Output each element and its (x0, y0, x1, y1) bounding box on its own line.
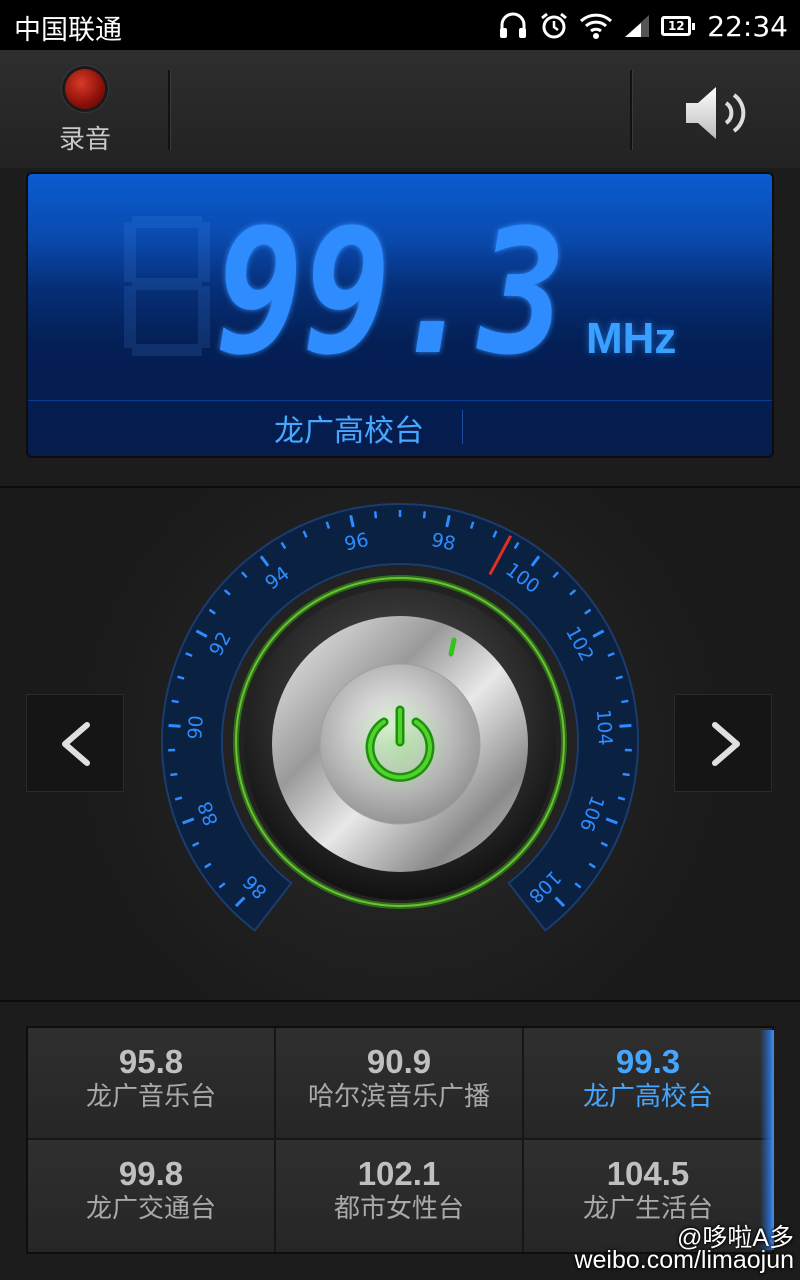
toolbar: 录音 (0, 50, 800, 168)
battery-icon: 12 (661, 16, 696, 36)
chevron-right-icon (712, 722, 740, 766)
record-label: 录音 (58, 125, 111, 155)
preset-name: 龙广音乐台 (85, 1082, 216, 1112)
toolbar-divider (630, 70, 633, 150)
clock: 22:34 (707, 9, 788, 43)
alarm-icon (539, 11, 569, 41)
dial-tick (373, 511, 378, 519)
preset-name: 哈尔滨音乐广播 (307, 1082, 490, 1112)
frequency-value: 99.3 (216, 212, 566, 362)
dial-tick (621, 699, 629, 704)
preset-name: 都市女性台 (333, 1194, 464, 1224)
dial-tick (617, 796, 626, 801)
preset-item[interactable]: 99.3 龙广高校台 (524, 1028, 772, 1140)
record-button[interactable]: 录音 (40, 64, 130, 164)
headset-icon (497, 10, 529, 42)
wifi-icon (579, 12, 613, 40)
dial-tick (174, 796, 183, 801)
scroll-edge-glow (760, 1030, 774, 1250)
preset-frequency: 99.3 (615, 1043, 681, 1080)
dial-tick (170, 772, 178, 777)
preset-grid: 95.8 龙广音乐台 90.9 哈尔滨音乐广播 99.3 龙广高校台 99.8 龙广交通… (26, 1026, 774, 1254)
display-divider (28, 400, 772, 401)
tuner-area: 86 88 90 92 94 96 98 100 102 104 106 108 (0, 486, 800, 1002)
preset-name: 龙广高校台 (582, 1082, 713, 1112)
next-station-button[interactable] (674, 694, 772, 792)
preset-frequency: 95.8 (118, 1043, 184, 1080)
preset-item[interactable]: 102.1 都市女性台 (276, 1140, 524, 1252)
signal-icon (623, 13, 651, 39)
preset-item[interactable]: 95.8 龙广音乐台 (28, 1028, 276, 1140)
dial-tick (619, 723, 632, 728)
preset-frequency: 102.1 (357, 1155, 441, 1192)
dial-tick (422, 511, 427, 519)
station-name: 龙广高校台 (274, 414, 424, 449)
preset-item[interactable]: 90.9 哈尔滨音乐广播 (276, 1028, 524, 1140)
preset-frequency: 90.9 (366, 1043, 432, 1080)
preset-name: 龙广交通台 (85, 1194, 216, 1224)
frequency-display: 99.3 MHz 龙广高校台 (26, 172, 774, 458)
record-icon (65, 69, 105, 109)
chevron-left-icon (62, 722, 90, 766)
speaker-button[interactable] (682, 83, 752, 143)
dial-tick (171, 699, 179, 704)
preset-item[interactable]: 99.8 龙广交通台 (28, 1140, 276, 1252)
carrier-name: 中国联通 (14, 15, 122, 46)
dial-scale-label: 90 (184, 715, 208, 741)
watermark-url: weibo.com/limaojun (574, 1246, 794, 1274)
speaker-icon (686, 87, 746, 139)
frequency-readout: 99.3 (124, 212, 566, 362)
preset-frequency: 99.8 (118, 1155, 184, 1192)
station-divider (462, 410, 463, 444)
dial-tick (168, 723, 181, 728)
dial-tick (622, 772, 630, 777)
frequency-unit: MHz (586, 314, 677, 363)
dial-scale-label: 104 (592, 709, 617, 747)
status-bar: 中国联通 12 22:34 (0, 0, 800, 50)
previous-station-button[interactable] (26, 694, 124, 792)
preset-frequency: 104.5 (606, 1155, 690, 1192)
toolbar-divider (168, 70, 171, 150)
